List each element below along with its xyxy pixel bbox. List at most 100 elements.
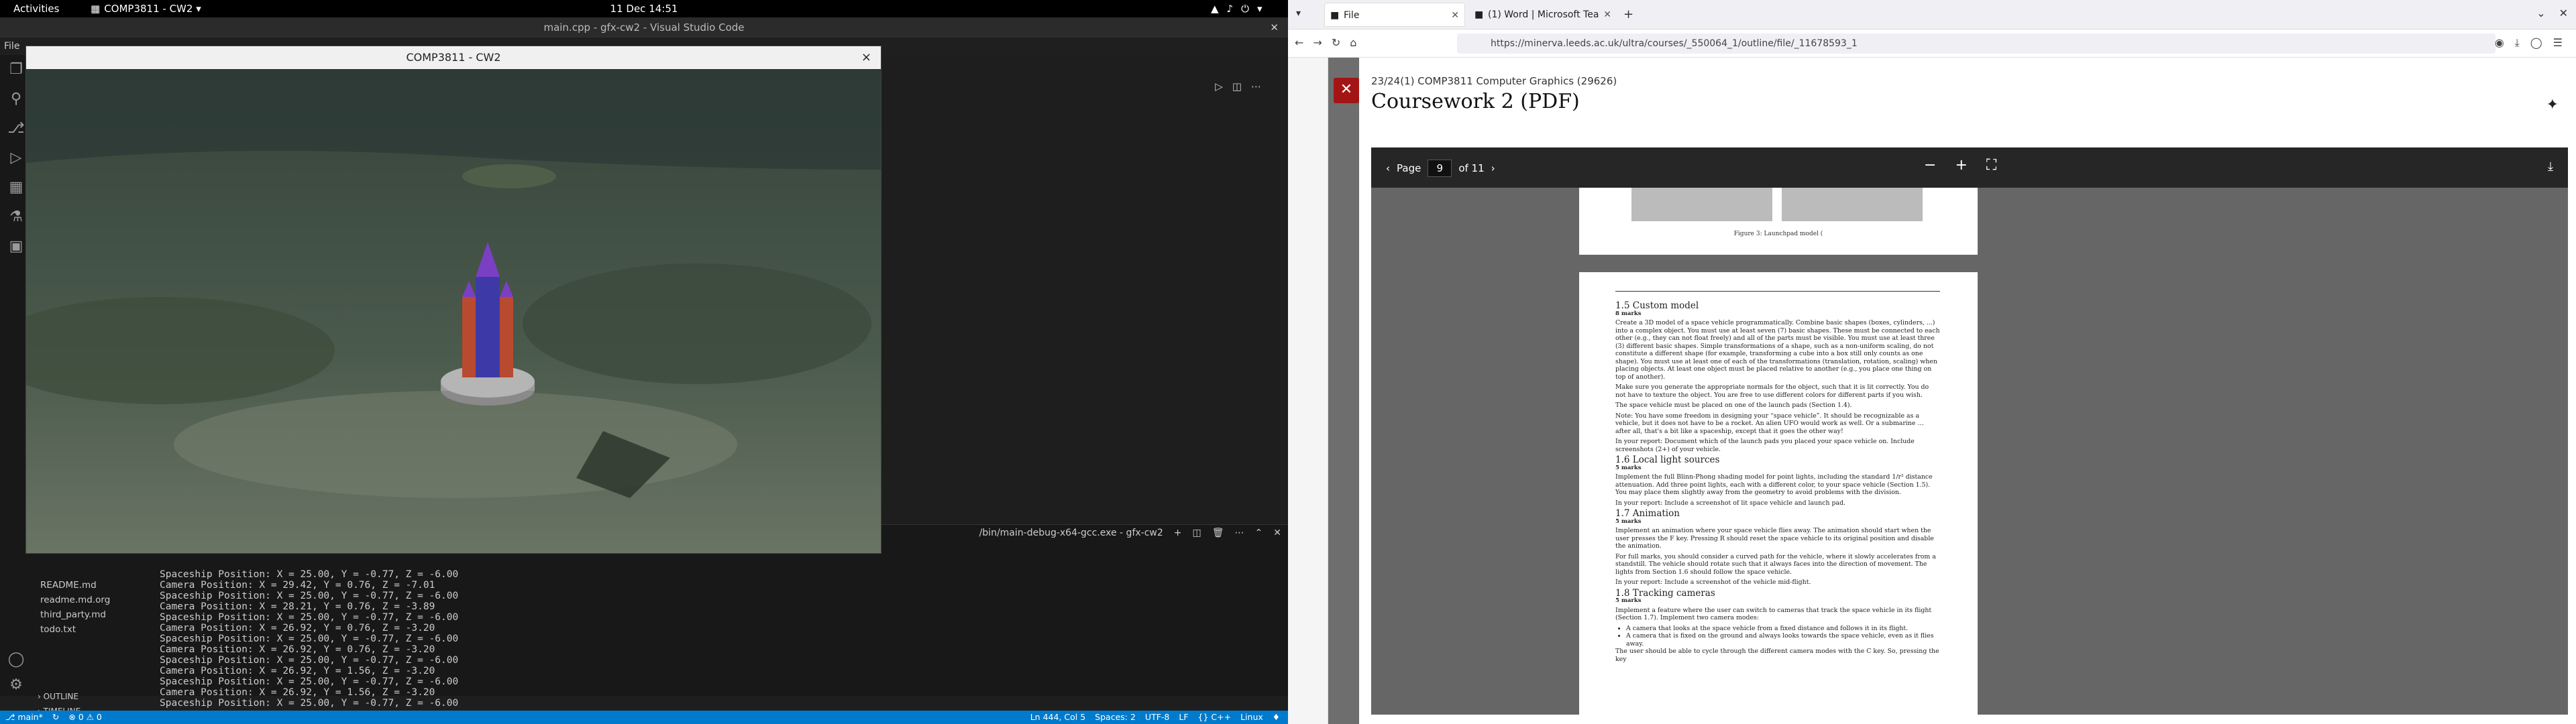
page-number-input[interactable]: 9 (1428, 160, 1452, 177)
gear-icon[interactable]: ⚙ (0, 670, 32, 700)
tab-strip: ▾ ■ File ✕ ■ (1) Word | Microsoft Tea ✕ … (1288, 0, 2576, 29)
problems-indicator[interactable]: ⊗ 0 ⚠ 0 (68, 711, 102, 724)
network-icon: ▲ (1211, 3, 1219, 15)
more-icon[interactable]: ⋯ (1251, 80, 1261, 93)
system-tray[interactable]: ▲ ♪ ⏻ ▾ (1211, 3, 1263, 15)
split-editor-icon[interactable]: ◫ (1232, 80, 1242, 93)
paragraph: The space vehicle must be placed on one … (1615, 402, 1852, 409)
chevron-down-icon[interactable]: ⌄ (2536, 7, 2545, 19)
platform[interactable]: Linux (1240, 711, 1263, 724)
vscode-title-bar: main.cpp - gfx-cw2 - Visual Studio Code … (0, 17, 1288, 38)
zoom-in-icon[interactable]: + (1955, 157, 1967, 174)
rocket-booster (462, 297, 476, 377)
document-title: Coursework 2 (PDF) (1371, 90, 1580, 113)
pdf-page: 1.5 Custom model 8 marks Create a 3D mod… (1579, 272, 1978, 715)
close-panel-button[interactable]: ✕ (1334, 78, 1359, 103)
section-heading: 1.6 Local light sources (1615, 455, 1720, 465)
clock[interactable]: 11 Dec 14:51 (0, 3, 1288, 15)
paragraph: Implement the full Blinn-Phong shading m… (1615, 473, 1933, 496)
terrain-patch (174, 391, 737, 498)
editor-toolbar: ▷ ◫ ⋯ (1215, 80, 1261, 93)
terminal-tab[interactable]: /bin/main-debug-x64-gcc.exe - gfx-cw2 (979, 528, 1163, 538)
indentation[interactable]: Spaces: 2 (1095, 711, 1136, 724)
paragraph: Implement an animation where your space … (1615, 527, 1934, 550)
terminal-line: Spaceship Position: X = 25.00, Y = -0.77… (160, 591, 459, 601)
file-item[interactable]: todo.txt (40, 622, 110, 637)
list-tabs-icon[interactable]: ▾ (1296, 8, 1301, 19)
section-heading: 1.8 Tracking cameras (1615, 587, 1715, 599)
menu-icon[interactable]: ☰ (2553, 36, 2563, 50)
url-text: https://minerva.leeds.ac.uk/ultra/course… (1491, 38, 1858, 49)
3d-viewport[interactable] (26, 69, 881, 553)
cursor-position[interactable]: Ln 444, Col 5 (1030, 711, 1085, 724)
figure-caption: Figure 3: Launchpad model ( (1733, 231, 1823, 237)
close-icon[interactable]: ✕ (1603, 3, 1611, 27)
home-icon[interactable]: ⌂ (1350, 36, 1356, 49)
plus-icon[interactable]: + (1174, 528, 1182, 538)
course-name: 23/24(1) COMP3811 Computer Graphics (296… (1371, 75, 1617, 87)
eol[interactable]: LF (1179, 711, 1188, 724)
power-icon: ⏻ (1241, 3, 1249, 15)
new-tab-button[interactable]: + (1623, 3, 1633, 27)
terminal-line: Spaceship Position: X = 25.00, Y = -0.77… (160, 676, 459, 687)
sync-icon[interactable]: ↻ (52, 711, 59, 724)
tab-label: (1) Word | Microsoft Tea (1488, 9, 1599, 20)
language-mode[interactable]: {} C++ (1198, 711, 1232, 724)
close-icon[interactable]: ✕ (1273, 528, 1281, 538)
trash-icon[interactable]: 🗑 (1212, 528, 1224, 538)
file-list: README.md readme.md.org third_party.md t… (40, 578, 110, 637)
split-terminal-icon[interactable]: ◫ (1193, 528, 1201, 538)
file-item[interactable]: readme.md.org (40, 593, 110, 607)
section-heading: 1.5 Custom model (1615, 300, 1699, 311)
fullscreen-icon[interactable]: ⛶ (1986, 157, 1996, 174)
zoom-out-icon[interactable]: − (1924, 157, 1936, 174)
menu-file[interactable]: File (4, 41, 19, 52)
firefox-window: ▾ ■ File ✕ ■ (1) Word | Microsoft Tea ✕ … (1288, 0, 2576, 724)
back-icon[interactable]: ← (1295, 36, 1303, 49)
toolbar-actions: ◉ ⤓ ◯ ☰ (2495, 36, 2563, 50)
terminal-line: Camera Position: X = 29.42, Y = 0.76, Z … (160, 580, 435, 591)
prev-page-icon[interactable]: ‹ (1386, 162, 1390, 174)
run-icon[interactable]: ▷ (1215, 80, 1223, 93)
terminal-line: Spaceship Position: X = 25.00, Y = -0.77… (160, 612, 459, 623)
close-icon[interactable]: × (861, 46, 871, 69)
tab-file[interactable]: ■ File ✕ (1324, 3, 1465, 27)
file-item[interactable]: third_party.md (40, 607, 110, 622)
page-label: Page (1397, 162, 1421, 174)
figure-image (1631, 188, 1772, 221)
maximize-icon[interactable]: ⌃ (1255, 528, 1263, 538)
ai-assist-icon[interactable]: ✦ (2546, 97, 2559, 113)
paragraph: Make sure you generate the appropriate n… (1615, 383, 1929, 399)
window-controls: ⌄ ✕ (2536, 7, 2568, 19)
report-note: In your report: Document which of the la… (1615, 438, 1915, 453)
close-icon[interactable]: ✕ (1451, 3, 1459, 27)
account-icon[interactable]: ◯ (2530, 36, 2542, 50)
forward-icon[interactable]: → (1313, 36, 1322, 49)
outline-section[interactable]: › OUTLINE (38, 689, 80, 704)
download-icon[interactable]: ⤓ (2548, 160, 2553, 174)
url-field[interactable]: https://minerva.leeds.ac.uk/ultra/course… (1457, 34, 2496, 54)
terminal-line: Spaceship Position: X = 25.00, Y = -0.77… (160, 698, 459, 709)
paragraph: Note: You have some freedom in designing… (1615, 412, 1924, 435)
paragraph: Create a 3D model of a space vehicle pro… (1615, 319, 1940, 381)
reload-icon[interactable]: ↻ (1332, 36, 1340, 49)
section-heading: 1.7 Animation (1615, 508, 1680, 519)
tab-teams[interactable]: ■ (1) Word | Microsoft Tea ✕ (1469, 3, 1617, 27)
file-item[interactable]: README.md (40, 578, 110, 593)
close-icon[interactable]: ✕ (1270, 17, 1279, 38)
close-icon[interactable]: ✕ (2559, 7, 2568, 19)
next-page-icon[interactable]: › (1491, 162, 1495, 174)
opengl-window[interactable]: COMP3811 - CW2 × (25, 46, 881, 554)
pocket-icon[interactable]: ◉ (2495, 36, 2504, 50)
encoding[interactable]: UTF-8 (1145, 711, 1169, 724)
download-icon[interactable]: ⤓ (2515, 36, 2520, 50)
navigation-toolbar: ← → ↻ ⌂ https://minerva.leeds.ac.uk/ultr… (1288, 29, 2576, 58)
branch-indicator[interactable]: ⎇ main* (5, 711, 43, 724)
bell-icon[interactable]: ♦ (1273, 711, 1280, 724)
terminal-line: Spaceship Position: X = 25.00, Y = -0.77… (160, 634, 459, 644)
more-icon[interactable]: ⋯ (1235, 528, 1244, 538)
rocket-booster (500, 297, 513, 377)
pdf-viewer[interactable]: Figure 3: Launchpad model ( 1.5 Custom m… (1371, 188, 2568, 715)
paragraph: For full marks, you should consider a cu… (1615, 552, 1936, 576)
page-rule (1615, 291, 1940, 292)
